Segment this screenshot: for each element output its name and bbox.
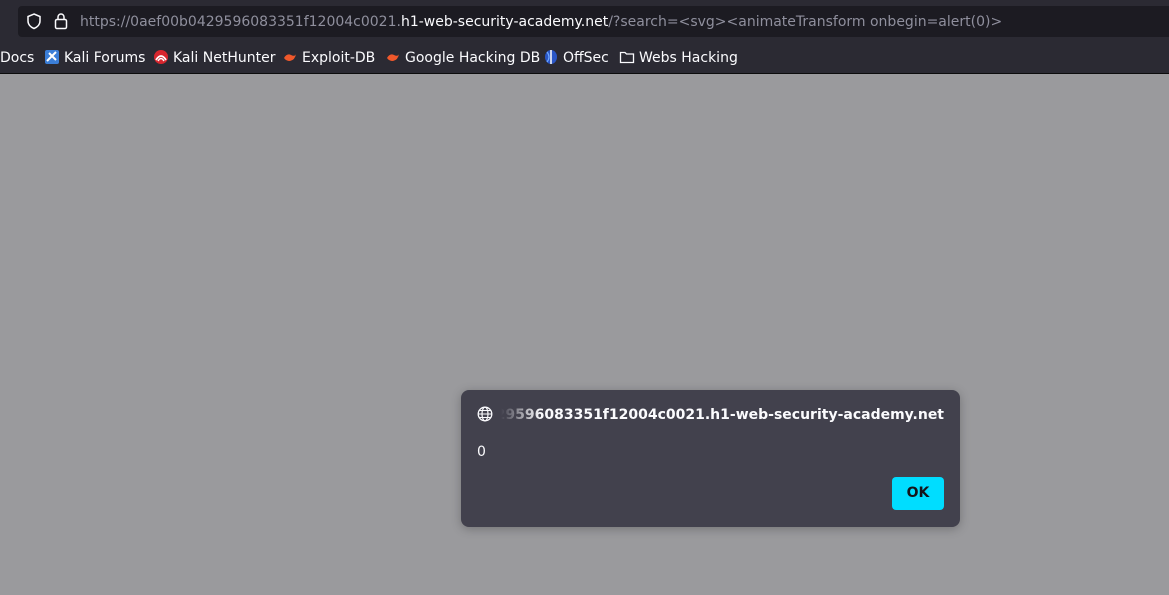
bookmark-offsec[interactable]: OffSec	[543, 49, 609, 67]
bookmark-label: Kali Forums	[64, 50, 146, 66]
dialog-origin-text: 0aef00b0429596083351f12004c0021.h1-web-s…	[501, 407, 944, 423]
google-hacking-db-icon	[387, 54, 399, 61]
bookmark-label: Docs	[0, 50, 35, 66]
bookmark-docs[interactable]: Docs	[0, 49, 34, 67]
bookmark-google-hacking-db[interactable]: Google Hacking DB	[385, 49, 540, 67]
bookmark-label: Kali NetHunter	[173, 50, 276, 66]
bookmarks-toolbar: Docs Kali Forums Kali NetHunter Exploit-…	[0, 43, 1169, 74]
url-prefix: https://0aef00b0429596083351f12004c0021.	[80, 14, 401, 30]
url-path: /?search=<svg><animateTransform onbegin=…	[608, 14, 1003, 30]
folder-icon	[619, 51, 635, 64]
bookmark-kali-nethunter[interactable]: Kali NetHunter	[153, 49, 275, 67]
ok-button[interactable]: OK	[892, 477, 944, 510]
bookmark-exploit-db[interactable]: Exploit-DB	[282, 49, 375, 67]
globe-icon	[477, 406, 493, 422]
bookmark-label: OffSec	[563, 50, 609, 66]
offsec-icon	[545, 50, 557, 64]
url-bar-container: https://0aef00b0429596083351f12004c0021.…	[0, 0, 1169, 43]
url-host: h1-web-security-academy.net	[400, 14, 609, 30]
dialog-origin: 0aef00b0429596083351f12004c0021.h1-web-s…	[501, 405, 944, 425]
origin-fade	[501, 405, 541, 425]
bookmark-label: Webs Hacking	[639, 50, 738, 66]
shield-icon[interactable]	[26, 13, 42, 30]
dialog-message: 0	[477, 444, 486, 460]
address-bar[interactable]: https://0aef00b0429596083351f12004c0021.…	[18, 6, 1169, 37]
bookmark-label: Exploit-DB	[302, 50, 376, 66]
lock-icon[interactable]	[53, 12, 69, 30]
bookmark-kali-forums[interactable]: Kali Forums	[44, 49, 145, 67]
kali-forums-icon	[45, 50, 59, 64]
url-text[interactable]: https://0aef00b0429596083351f12004c0021.…	[80, 13, 1002, 31]
bookmark-webs-hacking[interactable]: Webs Hacking	[619, 49, 738, 67]
alert-dialog: 0aef00b0429596083351f12004c0021.h1-web-s…	[461, 390, 960, 527]
exploit-db-icon	[284, 54, 296, 61]
bookmark-label: Google Hacking DB	[405, 50, 541, 66]
kali-nethunter-icon	[154, 50, 168, 64]
